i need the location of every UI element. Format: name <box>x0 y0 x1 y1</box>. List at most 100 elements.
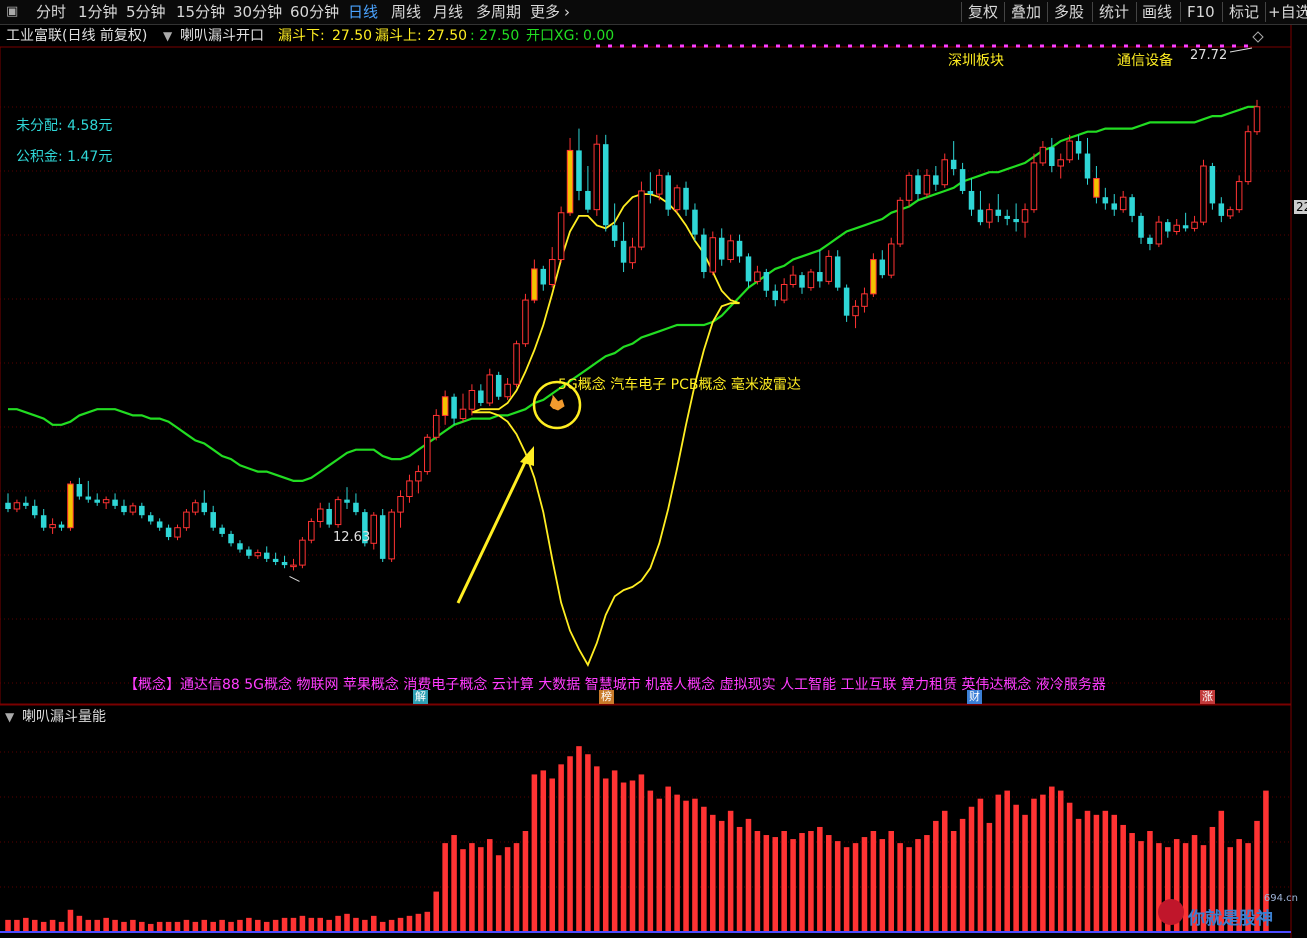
candle-body-down <box>879 259 886 276</box>
candle-body-up <box>1119 196 1127 211</box>
candle-body-up <box>129 505 137 513</box>
candle-body-up <box>334 499 342 526</box>
volume-bar <box>647 790 654 932</box>
volume-bar <box>1066 802 1073 932</box>
volume-bar <box>968 806 975 932</box>
candle-body-down <box>959 169 966 191</box>
volume-bar <box>5 919 11 932</box>
candle-body-up <box>522 299 529 345</box>
volume-bar <box>540 770 547 932</box>
concept-tags[interactable]: 5G概念 汽车电子 PCB概念 毫米波雷达 <box>558 374 801 394</box>
volume-bar <box>362 919 368 932</box>
candle-body-down <box>1209 166 1216 204</box>
candle-body-up <box>192 502 199 513</box>
volume-bar <box>40 921 47 932</box>
concept-bar[interactable]: 【概念】通达信88 5G概念 物联网 苹果概念 消费电子概念 云计算 大数据 智… <box>124 674 1106 694</box>
candle-body-down <box>1129 197 1135 216</box>
volume-bar <box>826 835 832 932</box>
volume-bar <box>103 917 109 932</box>
watermark-logo-icon <box>1158 899 1184 925</box>
volume-bar <box>1022 814 1028 932</box>
volume-bar <box>843 847 850 932</box>
candle-body-down <box>326 508 332 525</box>
volume-bar <box>210 921 216 932</box>
volume-bar <box>397 917 404 932</box>
candle-body-down <box>1218 203 1225 216</box>
volume-bar <box>781 831 787 932</box>
candle-body-up <box>1200 165 1207 223</box>
candle-body-up <box>504 383 511 398</box>
candle-body-down <box>611 225 618 241</box>
candle-body-down <box>1084 153 1091 179</box>
candle-body-down <box>736 240 743 257</box>
candle-body-down <box>683 187 689 210</box>
volume-bar <box>23 917 29 932</box>
sector-label-telecom[interactable]: 通信设备 <box>1117 50 1173 70</box>
candle-body-down <box>40 515 47 528</box>
volume-bar <box>281 917 288 932</box>
candle-body-up <box>486 374 494 404</box>
volume-bar <box>754 831 761 932</box>
candle-body-up <box>780 283 788 301</box>
volume-bar <box>852 843 859 932</box>
chevron-down-icon[interactable]: ▼ <box>5 707 14 727</box>
volume-bar <box>522 831 529 932</box>
event-mark-unlock[interactable]: 解 <box>413 690 428 704</box>
candle-body-down <box>344 499 350 503</box>
volume-bar <box>174 921 181 932</box>
candle-body-down <box>23 502 29 506</box>
candle-body-down <box>647 190 654 195</box>
sector-label-shenzhen[interactable]: 深圳板块 <box>948 50 1004 70</box>
volume-bar <box>745 818 752 932</box>
volume-bar <box>674 794 680 932</box>
candle-body-up <box>1021 209 1029 223</box>
candle-body-down <box>834 256 841 288</box>
capital-reserve: 公积金: 1.47元 <box>16 149 113 165</box>
watermark-site: 694.cn <box>1263 893 1298 904</box>
volume-bar <box>1120 824 1126 932</box>
volume-bar <box>76 915 83 932</box>
volume-bar <box>941 810 948 932</box>
candle-body-up <box>1155 221 1163 245</box>
candle-body-up <box>1226 209 1234 217</box>
volume-bar <box>549 778 555 932</box>
candle-body-down <box>379 515 386 559</box>
candle-body-down <box>58 524 65 528</box>
volume-bar <box>31 919 38 932</box>
volume-bar <box>460 849 466 932</box>
candle-body-down <box>451 396 457 419</box>
candle-body-down <box>1013 219 1019 223</box>
candle-body-down <box>478 390 484 403</box>
low-marker-line <box>289 575 300 582</box>
candle-body-up <box>807 271 815 289</box>
event-mark-finance[interactable]: 财 <box>967 690 982 704</box>
volume-bar <box>156 921 163 932</box>
candle-body-up <box>388 511 395 560</box>
volume-bar <box>513 843 520 932</box>
volume-bar <box>246 917 252 932</box>
event-mark-list[interactable]: 榜 <box>599 690 614 704</box>
candle-body-up <box>102 499 110 504</box>
volume-bar <box>870 831 877 932</box>
candle-body-down <box>1147 237 1153 244</box>
volume-bar <box>977 798 984 932</box>
event-mark-rise[interactable]: 涨 <box>1200 690 1215 704</box>
candle-body-down <box>246 549 252 556</box>
candle-body-down <box>799 275 805 288</box>
volume-panel-title: 喇叭漏斗量能 <box>22 709 106 725</box>
volume-bar <box>165 921 172 932</box>
candle-body-up <box>727 240 734 261</box>
volume-bar <box>861 837 868 932</box>
volume-bar <box>1138 841 1144 932</box>
volume-bar <box>478 847 484 932</box>
volume-bar <box>888 831 894 932</box>
candle-body-up <box>638 190 645 248</box>
candle-body-down <box>237 543 243 550</box>
candle-body-down <box>763 272 770 291</box>
candle-body-up <box>923 174 931 195</box>
volume-bar <box>344 913 350 932</box>
volume-bar <box>567 756 573 932</box>
candle-body-up <box>825 255 833 282</box>
volume-bar <box>1049 786 1055 932</box>
candle-body-highlight <box>870 259 877 295</box>
